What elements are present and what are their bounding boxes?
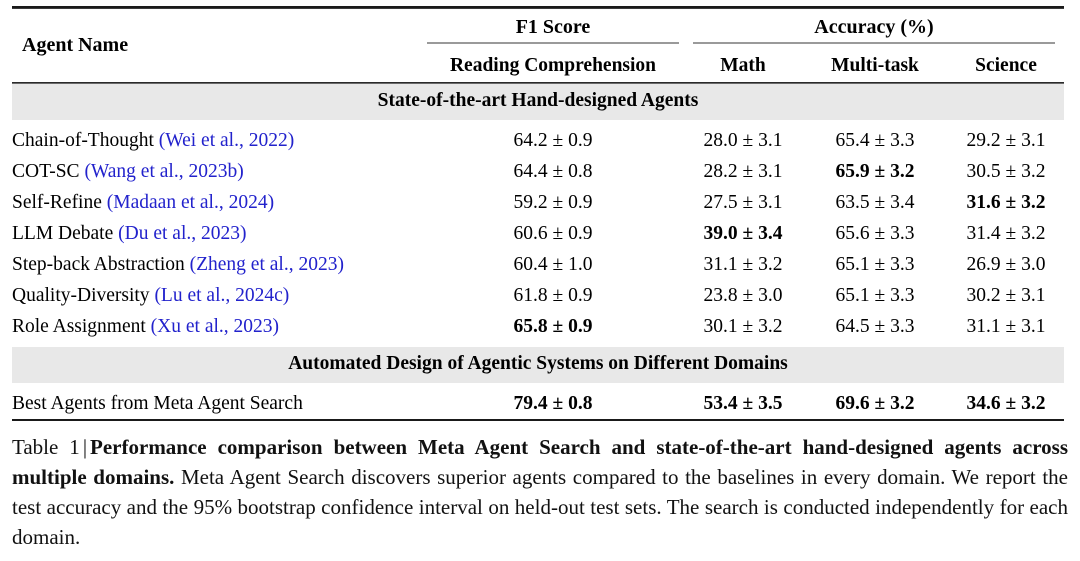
cell-reading-comprehension: 64.2 ± 0.9 (513, 129, 593, 151)
column-group-header-accuracy: Accuracy (%) (814, 16, 934, 38)
cell-reading-comprehension: 61.8 ± 0.9 (513, 284, 593, 306)
agent-name-text: Quality-Diversity (12, 284, 150, 306)
results-table: Agent Name F1 Score Accuracy (%) Reading… (12, 6, 1064, 421)
cell-multi-task: 65.4 ± 3.3 (835, 129, 915, 151)
cell-math: 53.4 ± 3.5 (703, 392, 783, 414)
citation-link[interactable]: (Du et al., 2023) (118, 223, 246, 244)
cell-agent-name: COT-SC (Wang et al., 2023b) (12, 156, 422, 187)
cell-math: 39.0 ± 3.4 (703, 222, 783, 244)
cell-science: 30.2 ± 3.1 (966, 284, 1046, 306)
cell-math: 23.8 ± 3.0 (703, 284, 783, 306)
cell-agent-name: Role Assignment (Xu et al., 2023) (12, 311, 422, 342)
cell-reading-comprehension: 79.4 ± 0.8 (513, 392, 593, 414)
table-bottom-rule (12, 419, 1064, 421)
cell-science: 29.2 ± 3.1 (966, 129, 1046, 151)
cell-multi-task: 63.5 ± 3.4 (835, 191, 915, 213)
cell-agent-name: Best Agents from Meta Agent Search (12, 388, 422, 420)
cell-reading-comprehension: 64.4 ± 0.8 (513, 160, 593, 182)
agent-name-text: Chain-of-Thought (12, 129, 154, 151)
cell-agent-name: LLM Debate (Du et al., 2023) (12, 218, 422, 249)
column-header-math: Math (720, 55, 766, 76)
agent-name-text: Step-back Abstraction (12, 253, 185, 275)
cell-math: 27.5 ± 3.1 (703, 191, 783, 213)
column-header-multi-task: Multi-task (831, 55, 919, 76)
cell-multi-task: 64.5 ± 3.3 (835, 315, 915, 337)
column-header-agent-name: Agent Name (22, 34, 129, 56)
section-header-row-1: Automated Design of Agentic Systems on D… (12, 347, 1064, 383)
citation-link[interactable]: (Wang et al., 2023b) (84, 161, 243, 182)
cell-agent-name: Self-Refine (Madaan et al., 2024) (12, 187, 422, 218)
section-header-row-0: State-of-the-art Hand-designed Agents (12, 83, 1064, 120)
agent-name-text: COT-SC (12, 160, 80, 182)
group-rule-f1 (427, 42, 679, 45)
table-row[interactable]: Self-Refine (Madaan et al., 2024) 59.2 ±… (12, 187, 1064, 218)
table-caption: Table 1 | Performance comparison between M… (12, 432, 1068, 552)
cell-science: 31.6 ± 3.2 (966, 191, 1046, 213)
agent-name-text: Best Agents from Meta Agent Search (12, 392, 303, 414)
cell-reading-comprehension: 59.2 ± 0.9 (513, 191, 593, 213)
agent-name-text: LLM Debate (12, 222, 114, 244)
table-row[interactable]: Step-back Abstraction (Zheng et al., 202… (12, 249, 1064, 280)
cell-multi-task: 69.6 ± 3.2 (835, 392, 915, 414)
citation-link[interactable]: (Madaan et al., 2024) (107, 192, 274, 213)
cell-multi-task: 65.9 ± 3.2 (835, 160, 915, 182)
cell-multi-task: 65.6 ± 3.3 (835, 222, 915, 244)
cell-agent-name: Quality-Diversity (Lu et al., 2024c) (12, 280, 422, 311)
table-row[interactable]: Role Assignment (Xu et al., 2023) 65.8 ±… (12, 311, 1064, 342)
group-rule-accuracy (693, 42, 1055, 45)
cell-math: 31.1 ± 3.2 (703, 253, 783, 275)
citation-link[interactable]: (Zheng et al., 2023) (190, 254, 344, 275)
table-row[interactable]: Chain-of-Thought (Wei et al., 2022) 64.2… (12, 125, 1064, 156)
cell-reading-comprehension: 60.4 ± 1.0 (513, 253, 593, 275)
citation-link[interactable]: (Xu et al., 2023) (151, 316, 279, 337)
cell-agent-name: Chain-of-Thought (Wei et al., 2022) (12, 125, 422, 156)
table-row[interactable]: Quality-Diversity (Lu et al., 2024c) 61.… (12, 280, 1064, 311)
citation-link[interactable]: (Lu et al., 2024c) (154, 285, 289, 306)
cell-math: 28.2 ± 3.1 (703, 160, 783, 182)
section-title-hand-designed: State-of-the-art Hand-designed Agents (12, 83, 1064, 120)
cell-reading-comprehension: 60.6 ± 0.9 (513, 222, 593, 244)
column-header-reading-comprehension: Reading Comprehension (449, 55, 657, 76)
citation-link[interactable]: (Wei et al., 2022) (159, 130, 294, 151)
results-table-container: Agent Name F1 Score Accuracy (%) Reading… (12, 6, 1064, 421)
cell-multi-task: 65.1 ± 3.3 (835, 253, 915, 275)
cell-multi-task: 65.1 ± 3.3 (835, 284, 915, 306)
table-row[interactable]: COT-SC (Wang et al., 2023b) 64.4 ± 0.8 2… (12, 156, 1064, 187)
cell-reading-comprehension: 65.8 ± 0.9 (513, 315, 593, 337)
agent-name-text: Role Assignment (12, 315, 146, 337)
agent-name-text: Self-Refine (12, 191, 102, 213)
column-header-science: Science (975, 55, 1037, 76)
caption-separator: | (82, 435, 88, 459)
table-row[interactable]: Best Agents from Meta Agent Search 79.4 … (12, 388, 1064, 420)
caption-label: Table 1 (12, 435, 80, 459)
column-group-header-f1-score: F1 Score (515, 16, 591, 38)
page-root: Agent Name F1 Score Accuracy (%) Reading… (0, 0, 1080, 561)
cell-agent-name: Step-back Abstraction (Zheng et al., 202… (12, 249, 422, 280)
cell-science: 30.5 ± 3.2 (966, 160, 1046, 182)
cell-science: 34.6 ± 3.2 (966, 392, 1046, 414)
table-group-header-row: Agent Name F1 Score Accuracy (%) (12, 9, 1064, 56)
cell-math: 28.0 ± 3.1 (703, 129, 783, 151)
table-row[interactable]: LLM Debate (Du et al., 2023) 60.6 ± 0.9 … (12, 218, 1064, 249)
cell-science: 31.1 ± 3.1 (966, 315, 1046, 337)
cell-science: 26.9 ± 3.0 (966, 253, 1046, 275)
cell-math: 30.1 ± 3.2 (703, 315, 783, 337)
cell-science: 31.4 ± 3.2 (966, 222, 1046, 244)
section-title-automated-design: Automated Design of Agentic Systems on D… (12, 347, 1064, 383)
